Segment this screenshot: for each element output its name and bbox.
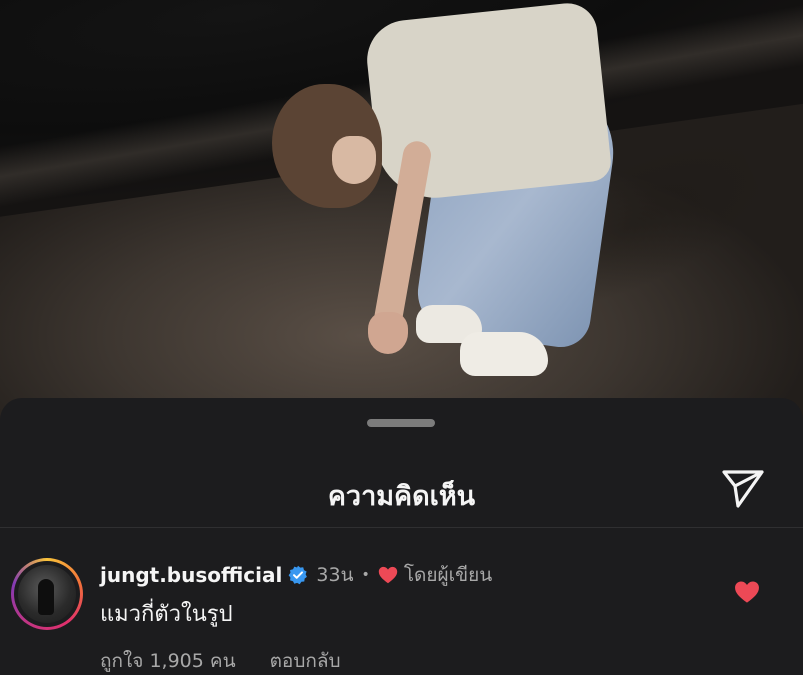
photo-person-shoe-right xyxy=(460,332,548,376)
verified-badge-icon xyxy=(288,565,308,585)
photo-person-hand xyxy=(368,312,408,354)
like-heart-icon[interactable] xyxy=(734,580,760,604)
send-icon-svg xyxy=(722,470,764,508)
screen: ความคิดเห็น jungt.busofficial 33น • โดยผ… xyxy=(0,0,803,675)
post-photo xyxy=(0,0,803,420)
meta-separator: • xyxy=(361,567,370,583)
verified-badge-svg xyxy=(288,565,308,585)
reply-button[interactable]: ตอบกลับ xyxy=(270,646,341,675)
avatar xyxy=(18,565,76,623)
heart-icon xyxy=(378,566,398,584)
comment-time: 33น xyxy=(316,564,354,586)
sheet-drag-handle[interactable] xyxy=(367,419,435,427)
photo-person-face xyxy=(332,136,376,184)
like-heart-svg xyxy=(735,581,759,603)
comment-actions: ถูกใจ 1,905 คน ตอบกลับ xyxy=(100,646,341,675)
sheet-divider xyxy=(0,527,803,528)
avatar-story-ring[interactable] xyxy=(11,558,83,630)
comment-likes-count[interactable]: ถูกใจ 1,905 คน xyxy=(100,646,236,675)
avatar-figure xyxy=(38,579,54,615)
photo-person xyxy=(0,0,803,420)
author-heart-svg xyxy=(378,566,398,584)
liked-by-author-label: โดยผู้เขียน xyxy=(403,564,493,586)
sheet-title: ความคิดเห็น xyxy=(327,481,476,512)
comment-meta: jungt.busofficial 33น • โดยผู้เขียน xyxy=(100,560,492,590)
send-icon[interactable] xyxy=(718,466,766,510)
comment-item: jungt.busofficial 33น • โดยผู้เขียน แมวก… xyxy=(0,558,803,675)
comment-text: แมวกี่ตัวในรูป xyxy=(100,602,233,627)
comment-username[interactable]: jungt.busofficial xyxy=(100,563,282,587)
comments-sheet: ความคิดเห็น jungt.busofficial 33น • โดยผ… xyxy=(0,398,803,675)
